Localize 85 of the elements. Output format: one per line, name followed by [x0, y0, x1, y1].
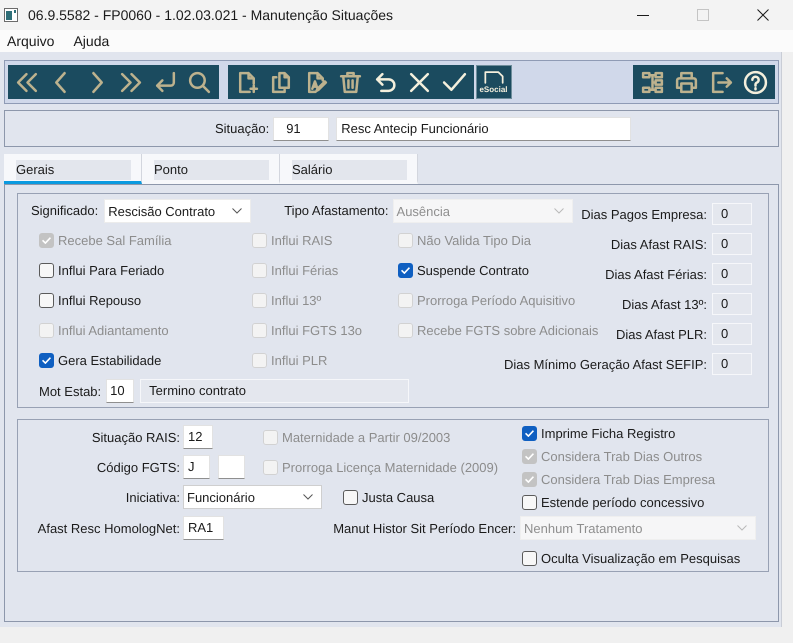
checkmark-icon [525, 453, 534, 460]
chevron-down-icon [303, 494, 313, 500]
hierarchy-icon [640, 70, 665, 94]
checkmark-icon [401, 266, 410, 274]
field-label: Afast Resc HomologNet: [36, 520, 180, 536]
maximize-icon [697, 9, 709, 21]
checkbox-label: Influi RAIS [271, 232, 332, 248]
window-title: 06.9.5582 - FP0060 - 1.02.03.021 - Manutenção Situações [28, 7, 394, 23]
checkbox[interactable] [522, 495, 537, 510]
checkbox-label: Considera Trab Dias Empresa [541, 472, 716, 487]
checkbox-label: Estende período concessivo [541, 495, 704, 510]
checkbox-label: Influi PLR [271, 352, 328, 368]
checkbox-label: Influi Adiantamento [58, 322, 169, 338]
menu-item[interactable]: Arquivo [1, 30, 60, 52]
checkbox-label: Prorroga Licença Maternidade (2009) [282, 460, 498, 474]
input-field[interactable]: J [183, 455, 210, 479]
field-label: Dias Mínimo Geração Afast SEFIP: [504, 356, 707, 372]
input-field[interactable]: 0 [712, 233, 752, 255]
checkbox[interactable] [39, 292, 54, 308]
input-field[interactable]: 0 [712, 263, 752, 285]
checkbox-label: Gera Estabilidade [58, 352, 162, 368]
input-field[interactable]: 0 [712, 353, 752, 375]
checkbox[interactable] [343, 490, 358, 504]
checkbox-label: Justa Causa [362, 490, 434, 504]
dropdown[interactable]: Funcionário [183, 485, 322, 509]
field-label: Manut Histor Sit Período Encer: [333, 520, 516, 536]
field-label: Significado: [31, 202, 98, 220]
checkmark-icon [42, 236, 51, 244]
field-label: Iniciativa: [124, 490, 180, 504]
field-label: Dias Afast RAIS: [610, 236, 707, 252]
search-icon [187, 70, 212, 94]
checkbox-label: Imprime Ficha Registro [541, 426, 676, 441]
frame-icon [484, 70, 504, 84]
field-label: Situação: [215, 121, 270, 136]
field-label: Dias Afast PLR: [616, 326, 707, 342]
field-label: Situação RAIS: [90, 430, 180, 444]
field-label: Dias Afast 13º: [622, 296, 707, 312]
input-field[interactable]: 0 [712, 323, 752, 345]
input-field[interactable]: 12 [183, 425, 214, 449]
field-label: Dias Pagos Empresa: [581, 206, 707, 222]
checkmark-icon [525, 476, 534, 483]
app-icon [4, 8, 18, 22]
menu-item[interactable]: Ajuda [67, 30, 116, 52]
input-field[interactable]: 0 [712, 203, 752, 225]
field-label: Mot Estab: [39, 384, 102, 398]
checkbox[interactable] [522, 550, 537, 566]
checkbox[interactable] [398, 262, 413, 278]
checkbox-label: Influi 13º [271, 292, 322, 308]
checkbox-label: Suspende Contrato [417, 262, 530, 278]
close-icon [757, 9, 769, 21]
minimize-icon [637, 14, 649, 16]
checkbox-label: Influi Para Feriado [58, 262, 164, 278]
field-label: Código FGTS: [96, 460, 180, 474]
checkbox-label: Considera Trab Dias Outros [541, 449, 702, 464]
input-field[interactable]: Termino contrato [140, 379, 410, 403]
trash-icon [338, 70, 364, 94]
field-label: Dias Afast Férias: [605, 266, 707, 282]
checkbox-label: Influi Repouso [58, 292, 142, 308]
field-label: Tipo Afastamento: [284, 202, 389, 220]
checkbox-label: Não Valida Tipo Dia [417, 232, 531, 248]
input-field[interactable]: 0 [712, 293, 752, 315]
toolbar-button[interactable]: eSocial [476, 65, 512, 99]
input-field[interactable]: 91 [273, 116, 330, 140]
checkbox-label: Recebe Sal Família [58, 232, 172, 248]
chevron-down-icon [232, 208, 242, 214]
printer-icon [674, 70, 700, 94]
checkbox[interactable] [522, 426, 537, 441]
input-field[interactable]: 10 [106, 379, 134, 403]
checkbox-label: Influi Férias [271, 262, 338, 278]
checkmark-icon [42, 356, 51, 364]
checkmark-icon [525, 430, 534, 437]
input-field[interactable] [218, 455, 245, 479]
checkbox-label: Maternidade a Partir 09/2003 [282, 430, 450, 444]
input-field[interactable]: Resc Antecip Funcionário [336, 116, 632, 140]
chevron-down-icon [737, 525, 747, 531]
checkbox-label: Influi FGTS 13o [271, 322, 362, 338]
help-icon [743, 70, 768, 94]
checkbox[interactable] [39, 352, 54, 368]
checkbox[interactable] [39, 262, 54, 278]
input-field[interactable]: RA1 [183, 516, 224, 540]
checkbox-label: Prorroga Período Aquisitivo [417, 292, 576, 308]
dropdown[interactable]: Rescisão Contrato [104, 199, 252, 223]
checkbox-label: Recebe FGTS sobre Adicionais [417, 322, 598, 338]
checkbox-label: Oculta Visualização em Pesquisas [541, 550, 740, 566]
chevron-down-icon [554, 208, 564, 214]
